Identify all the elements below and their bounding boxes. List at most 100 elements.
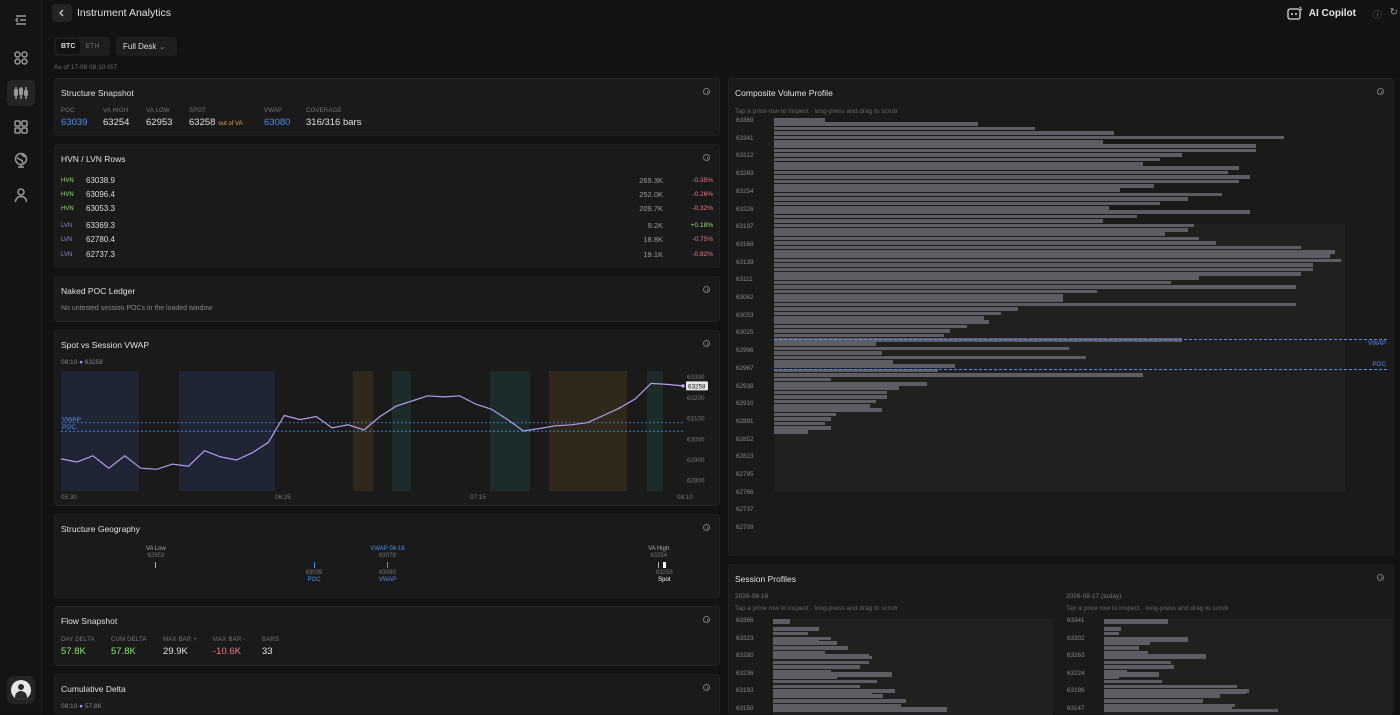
asset-toggle[interactable]: BTC ETH	[54, 37, 110, 56]
profile-bar[interactable]	[774, 426, 831, 430]
profile-bar[interactable]	[774, 219, 1103, 223]
profile-bar[interactable]	[774, 280, 1171, 285]
profile-bar[interactable]	[774, 417, 831, 421]
profile-bar[interactable]	[774, 153, 1183, 157]
profile-bar[interactable]	[773, 655, 872, 660]
profile-bar[interactable]	[774, 148, 1256, 153]
profile-bar[interactable]	[774, 373, 1143, 377]
info-icon[interactable]	[703, 524, 710, 531]
profile-bar[interactable]	[774, 175, 1251, 179]
profile-bar[interactable]	[773, 619, 791, 624]
profile-bar[interactable]	[1104, 684, 1238, 689]
profile-bar[interactable]	[1104, 670, 1128, 674]
hvn-lvn-row[interactable]: HVN 63038.9 269.3K -0.35%	[61, 176, 713, 188]
hvn-lvn-row[interactable]: HVN 63096.4 252.0K -0.26%	[61, 190, 713, 202]
profile-bar[interactable]	[773, 708, 942, 713]
profile-bar[interactable]	[774, 267, 1313, 272]
profile-bar[interactable]	[774, 144, 1256, 148]
collapse-menu-icon[interactable]	[9, 8, 33, 32]
profile-bar[interactable]	[773, 675, 837, 679]
profile-bar[interactable]	[774, 399, 877, 404]
grid-icon[interactable]	[9, 46, 33, 70]
profile-bar[interactable]	[774, 377, 831, 382]
back-button[interactable]	[52, 4, 72, 22]
profile-bar[interactable]	[774, 131, 1115, 135]
profile-bar[interactable]	[774, 170, 1228, 175]
profile-bar[interactable]	[773, 703, 901, 708]
profile-bar[interactable]	[774, 360, 894, 364]
profile-bar[interactable]	[774, 307, 1018, 311]
profile-bar[interactable]	[774, 250, 1336, 254]
ai-copilot-button[interactable]: AI Copilot	[1287, 6, 1356, 20]
profile-bar[interactable]	[774, 364, 956, 368]
profile-bar[interactable]	[774, 228, 1188, 232]
profile-bar[interactable]	[774, 390, 888, 395]
profile-bar[interactable]	[774, 126, 1035, 131]
info-icon[interactable]	[703, 88, 710, 95]
profile-bar[interactable]	[774, 272, 1302, 276]
profile-bar[interactable]	[1104, 694, 1220, 698]
profile-bar[interactable]	[774, 214, 1137, 219]
profile-bar[interactable]	[774, 232, 1166, 236]
profile-bar[interactable]	[774, 294, 1064, 298]
profile-bar[interactable]	[774, 333, 945, 338]
profile-bar[interactable]	[773, 699, 907, 703]
user-icon[interactable]	[9, 183, 33, 207]
profile-bar[interactable]	[1104, 641, 1151, 645]
profile-bar[interactable]	[774, 140, 1103, 144]
profile-bar[interactable]	[774, 298, 1064, 302]
profile-bar[interactable]	[774, 179, 1239, 184]
profile-bar[interactable]	[1104, 665, 1174, 669]
profile-bar[interactable]	[774, 316, 984, 320]
profile-bar[interactable]	[774, 430, 809, 434]
profile-bar[interactable]	[774, 276, 1200, 280]
info-icon[interactable]: ⓘ	[1373, 8, 1382, 21]
asset-btc-option[interactable]: BTC	[56, 39, 81, 54]
spot-vwap-chart[interactable]: VWAPPOC 63300 63200 63100 63000 62900 62800 632…	[55, 331, 721, 507]
hvn-lvn-row[interactable]: LVN 62737.3 19.1K -0.82%	[61, 250, 713, 262]
profile-bar[interactable]	[773, 660, 869, 665]
desk-dropdown[interactable]: Full Desk ⌄	[116, 37, 177, 56]
asset-eth-option[interactable]: ETH	[80, 39, 104, 54]
profile-bar[interactable]	[773, 651, 826, 655]
profile-bar[interactable]	[1104, 636, 1145, 641]
profile-bar[interactable]	[774, 241, 1217, 245]
profile-bar[interactable]	[774, 302, 1296, 307]
hvn-lvn-row[interactable]: LVN 63369.3 9.2K +0.18%	[61, 221, 713, 233]
profile-bar[interactable]	[774, 421, 826, 426]
profile-bar[interactable]	[774, 412, 837, 417]
profile-bar[interactable]	[1104, 675, 1119, 679]
info-icon[interactable]	[703, 684, 710, 691]
profile-bar[interactable]	[774, 263, 1313, 267]
info-icon[interactable]	[703, 154, 710, 161]
profile-bar[interactable]	[1104, 689, 1249, 693]
profile-bar[interactable]	[1104, 655, 1168, 660]
geo-marker[interactable]: 63080 VWAP	[358, 562, 418, 584]
profile-bar[interactable]	[1104, 651, 1148, 655]
profile-bar[interactable]	[774, 210, 1251, 214]
profile-bar[interactable]	[774, 122, 979, 126]
profile-bar[interactable]	[774, 118, 826, 122]
profile-bar[interactable]	[773, 689, 895, 693]
profile-bar[interactable]	[774, 285, 1296, 289]
profile-bar[interactable]	[774, 320, 990, 324]
avatar[interactable]	[7, 676, 35, 704]
profile-bar[interactable]	[774, 135, 1285, 140]
profile-bar[interactable]	[774, 162, 1143, 166]
profile-bar[interactable]	[1104, 679, 1162, 684]
globe-icon[interactable]	[9, 148, 33, 172]
profile-bar[interactable]	[774, 192, 1222, 197]
profile-bar[interactable]	[774, 346, 1069, 351]
profile-bar[interactable]	[774, 311, 1001, 316]
profile-bar[interactable]	[774, 386, 899, 390]
profile-bar[interactable]	[774, 157, 1160, 162]
profile-bar[interactable]	[773, 627, 820, 631]
profile-bar[interactable]	[774, 206, 1109, 210]
geo-marker[interactable]: 63039 POC	[284, 562, 344, 584]
profile-bar[interactable]	[773, 631, 808, 636]
hvn-lvn-row[interactable]: LVN 62780.4 18.8K -0.75%	[61, 235, 713, 247]
profile-bar[interactable]	[1104, 631, 1119, 636]
profile-bar[interactable]	[1104, 619, 1168, 624]
info-icon[interactable]	[1377, 88, 1384, 95]
profile-bar[interactable]	[773, 670, 831, 674]
